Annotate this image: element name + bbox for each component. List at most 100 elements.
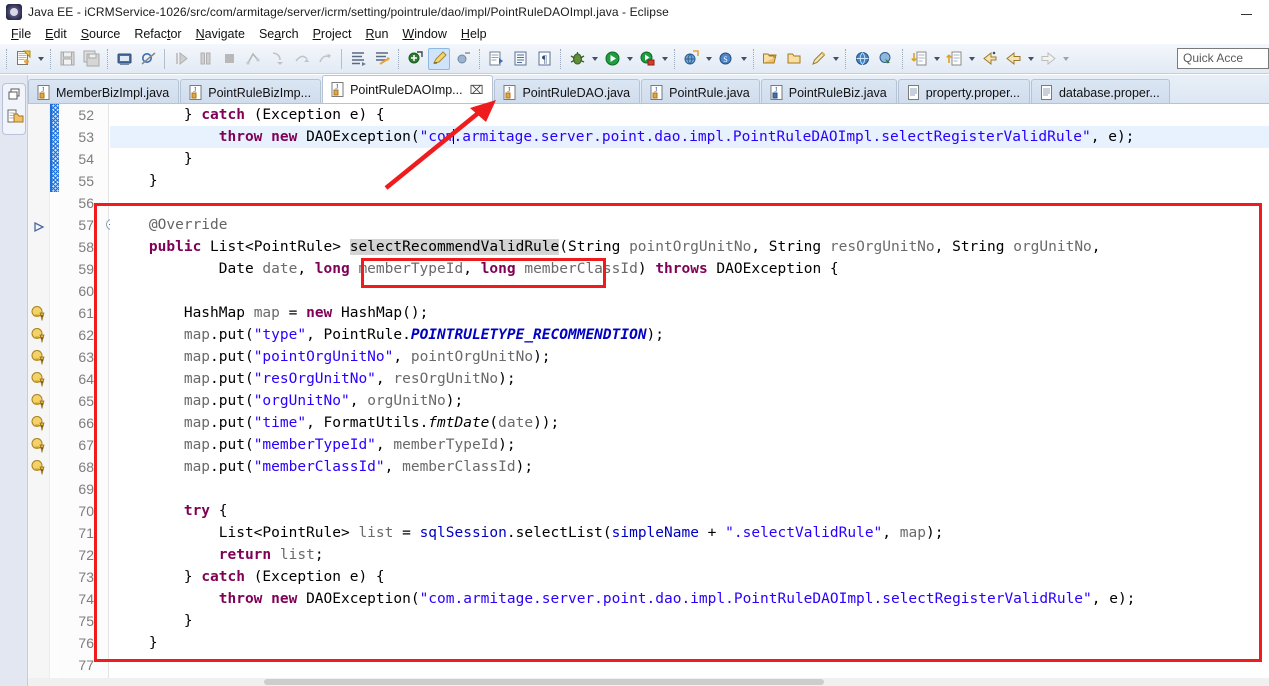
- external-tools-dropdown-icon[interactable]: [659, 48, 670, 70]
- new-server-icon[interactable]: [680, 48, 702, 70]
- quick-access-input[interactable]: Quick Acce: [1177, 48, 1269, 69]
- perspective-switcher[interactable]: [2, 83, 26, 135]
- code-line-72[interactable]: return list;: [110, 544, 1269, 566]
- last-edit-icon[interactable]: [978, 48, 1000, 70]
- editor-tab-property-properties[interactable]: property.proper...: [897, 79, 1030, 105]
- code-line-60[interactable]: [110, 280, 1269, 302]
- web-browser-icon[interactable]: [851, 48, 873, 70]
- open-type-icon[interactable]: [759, 48, 781, 70]
- menu-help[interactable]: Help: [454, 26, 494, 42]
- menu-window[interactable]: Window: [395, 26, 453, 42]
- code-line-63[interactable]: map.put("pointOrgUnitNo", pointOrgUnitNo…: [110, 346, 1269, 368]
- code-line-71[interactable]: List<PointRule> list = sqlSession.select…: [110, 522, 1269, 544]
- menu-source[interactable]: Source: [74, 26, 128, 42]
- debug-bug-icon[interactable]: [566, 48, 588, 70]
- close-icon[interactable]: ⌧: [470, 84, 484, 96]
- java-ee-perspective-icon[interactable]: [7, 108, 25, 126]
- skip-breakpoints-icon[interactable]: [137, 48, 159, 70]
- menu-run[interactable]: Run: [358, 26, 395, 42]
- warning-marker-icon[interactable]: [31, 371, 47, 387]
- new-file-dropdown-icon[interactable]: [35, 48, 46, 70]
- code-line-59[interactable]: Date date, long memberTypeId, long membe…: [110, 258, 1269, 280]
- menu-edit[interactable]: Edit: [38, 26, 74, 42]
- scrollbar-thumb[interactable]: [264, 679, 824, 685]
- code-line-64[interactable]: map.put("resOrgUnitNo", resOrgUnitNo);: [110, 368, 1269, 390]
- highlight-icon[interactable]: [428, 47, 450, 70]
- warning-marker-icon[interactable]: [31, 459, 47, 475]
- warning-marker-icon[interactable]: [31, 349, 47, 365]
- code-line-56[interactable]: [110, 192, 1269, 214]
- editor-tab-pointrulebizimpl[interactable]: J PointRuleBizImp...: [180, 79, 322, 105]
- editor-tab-pointruledaoimpl[interactable]: J PointRuleDAOImp... ⌧: [322, 75, 494, 103]
- restore-perspective-icon[interactable]: [7, 87, 23, 103]
- editor-tab-pointruledao[interactable]: J PointRuleDAO.java: [494, 79, 641, 105]
- run-dropdown-icon[interactable]: [624, 48, 635, 70]
- back-dropdown-icon[interactable]: [1025, 48, 1036, 70]
- code-line-70[interactable]: try {: [110, 500, 1269, 522]
- task-icon[interactable]: [347, 48, 369, 70]
- mylyn-task-icon[interactable]: [404, 48, 426, 70]
- code-line-74[interactable]: throw new DAOException("com.armitage.ser…: [110, 588, 1269, 610]
- forward-dropdown-icon[interactable]: [1060, 48, 1071, 70]
- prev-annotation-dropdown-icon[interactable]: [966, 48, 977, 70]
- folding-indicator-icon[interactable]: [31, 219, 47, 235]
- menu-refactor[interactable]: Refactor: [127, 26, 188, 42]
- code-line-61[interactable]: HashMap map = new HashMap();: [110, 302, 1269, 324]
- code-line-68[interactable]: map.put("memberClassId", memberClassId);: [110, 456, 1269, 478]
- code-line-76[interactable]: }: [110, 632, 1269, 654]
- package-icon[interactable]: [509, 48, 531, 70]
- next-annotation-dropdown-icon[interactable]: [931, 48, 942, 70]
- menu-search[interactable]: Search: [252, 26, 306, 42]
- perspective-icon[interactable]: [875, 48, 897, 70]
- code-line-75[interactable]: }: [110, 610, 1269, 632]
- code-line-52[interactable]: } catch (Exception e) {: [110, 104, 1269, 126]
- code-line-53[interactable]: throw new DAOException("com.armitage.ser…: [110, 126, 1269, 148]
- debug-dropdown-icon[interactable]: [589, 48, 600, 70]
- code-line-77[interactable]: [110, 654, 1269, 676]
- marker-gutter[interactable]: [28, 104, 50, 678]
- code-line-54[interactable]: }: [110, 148, 1269, 170]
- code-line-66[interactable]: map.put("time", FormatUtils.fmtDate(date…: [110, 412, 1269, 434]
- editor-tab-database-properties[interactable]: database.proper...: [1030, 79, 1170, 105]
- code-line-55[interactable]: }: [110, 170, 1269, 192]
- code-line-58[interactable]: public List<PointRule> selectRecommendVa…: [110, 236, 1269, 258]
- editor-tab-pointrule[interactable]: J PointRule.java: [641, 79, 760, 105]
- warning-marker-icon[interactable]: [31, 393, 47, 409]
- external-tools-icon[interactable]: [636, 48, 658, 70]
- editor-tab-pointrulebiz[interactable]: J PointRuleBiz.java: [760, 79, 897, 105]
- next-annotation-icon[interactable]: [908, 48, 930, 70]
- deactivate-icon[interactable]: [452, 48, 474, 70]
- code-line-57[interactable]: @Override: [110, 214, 1269, 236]
- selected-method-name[interactable]: selectRecommendValidRule: [349, 239, 560, 255]
- type-icon[interactable]: ¶: [533, 48, 555, 70]
- new-server-dropdown-icon[interactable]: [703, 48, 714, 70]
- editor-tab-memberbizimpl[interactable]: J MemberBizImpl.java: [28, 79, 180, 105]
- code-line-67[interactable]: map.put("memberTypeId", memberTypeId);: [110, 434, 1269, 456]
- horizontal-scrollbar[interactable]: [28, 678, 1269, 686]
- warning-marker-icon[interactable]: [31, 327, 47, 343]
- pencil-search-dropdown-icon[interactable]: [830, 48, 841, 70]
- run-play-icon[interactable]: [601, 48, 623, 70]
- pencil-search-icon[interactable]: [807, 48, 829, 70]
- code-line-73[interactable]: } catch (Exception e) {: [110, 566, 1269, 588]
- warning-marker-icon[interactable]: [31, 437, 47, 453]
- new-ejb-dropdown-icon[interactable]: [738, 48, 749, 70]
- code-line-69[interactable]: [110, 478, 1269, 500]
- menu-project[interactable]: Project: [306, 26, 359, 42]
- print-icon[interactable]: [113, 48, 135, 70]
- warning-marker-icon[interactable]: [31, 305, 47, 321]
- open-folder-icon[interactable]: [783, 48, 805, 70]
- code-line-62[interactable]: map.put("type", PointRule.POINTRULETYPE_…: [110, 324, 1269, 346]
- menu-file[interactable]: File: [4, 26, 38, 42]
- new-file-icon[interactable]: [12, 48, 34, 70]
- prev-annotation-icon[interactable]: [943, 48, 965, 70]
- warning-marker-icon[interactable]: [31, 415, 47, 431]
- code-editor[interactable]: 52 53 54 55 56 57 58 59 60 61 62 63 64 65 66 67 68 69 70 71…: [28, 103, 1269, 678]
- new-ejb-icon[interactable]: S: [715, 48, 737, 70]
- new-task-icon[interactable]: [371, 48, 393, 70]
- minimize-button[interactable]: [1223, 0, 1269, 24]
- menu-navigate[interactable]: Navigate: [189, 26, 252, 42]
- back-arrow-icon[interactable]: [1002, 48, 1024, 70]
- source-code[interactable]: } catch (Exception e) { throw new DAOExc…: [110, 104, 1269, 678]
- code-line-65[interactable]: map.put("orgUnitNo", orgUnitNo);: [110, 390, 1269, 412]
